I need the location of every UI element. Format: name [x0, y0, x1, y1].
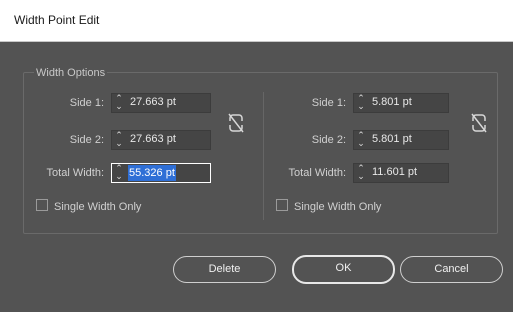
right-side2-field[interactable]: ⌃ ⌄ 5.801 pt: [353, 130, 449, 150]
spinner-icon[interactable]: ⌃ ⌄: [112, 94, 126, 112]
ok-button[interactable]: OK: [292, 255, 395, 284]
left-single-width-checkbox[interactable]: Single Width Only: [36, 199, 141, 213]
spinner-icon[interactable]: ⌃ ⌄: [354, 131, 368, 149]
right-side2-label: Side 2:: [311, 134, 346, 146]
checkbox-box[interactable]: [36, 199, 48, 211]
left-total-width-value: 55.326 pt: [128, 165, 176, 181]
unlink-icon[interactable]: [227, 112, 245, 134]
checkbox-box[interactable]: [276, 199, 288, 211]
right-side2-value: 5.801 pt: [372, 133, 412, 145]
right-single-width-label: Single Width Only: [294, 201, 382, 213]
left-total-width-label: Total Width:: [46, 167, 104, 179]
spinner-icon[interactable]: ⌃ ⌄: [112, 131, 126, 149]
left-total-width-field[interactable]: ⌃ ⌄ 55.326 pt: [111, 163, 211, 183]
title-bar: Width Point Edit: [0, 0, 513, 42]
right-total-width-label: Total Width:: [288, 167, 346, 179]
left-side2-field[interactable]: ⌃ ⌄ 27.663 pt: [111, 130, 211, 150]
width-options-label: Width Options: [34, 67, 108, 79]
column-divider: [263, 92, 264, 220]
dialog-title: Width Point Edit: [14, 13, 100, 27]
left-side2-value: 27.663 pt: [130, 133, 176, 145]
dialog-body: Width Options Side 1: ⌃ ⌄ 27.663 pt Side …: [0, 42, 513, 312]
left-side1-value: 27.663 pt: [130, 96, 176, 108]
right-single-width-checkbox[interactable]: Single Width Only: [276, 199, 381, 213]
left-side1-field[interactable]: ⌃ ⌄ 27.663 pt: [111, 93, 211, 113]
spinner-icon[interactable]: ⌃ ⌄: [354, 164, 368, 182]
right-side1-field[interactable]: ⌃ ⌄ 5.801 pt: [353, 93, 449, 113]
right-total-width-value: 11.601 pt: [372, 166, 418, 178]
right-total-width-field[interactable]: ⌃ ⌄ 11.601 pt: [353, 163, 449, 183]
left-single-width-label: Single Width Only: [54, 201, 142, 213]
right-side1-value: 5.801 pt: [372, 96, 412, 108]
spinner-icon[interactable]: ⌃ ⌄: [354, 94, 368, 112]
delete-button[interactable]: Delete: [173, 256, 276, 283]
spinner-icon[interactable]: ⌃ ⌄: [112, 164, 126, 182]
unlink-icon[interactable]: [470, 112, 488, 134]
left-side2-label: Side 2:: [69, 134, 104, 146]
right-side1-label: Side 1:: [311, 97, 346, 109]
cancel-button[interactable]: Cancel: [400, 256, 503, 283]
left-side1-label: Side 1:: [69, 97, 104, 109]
